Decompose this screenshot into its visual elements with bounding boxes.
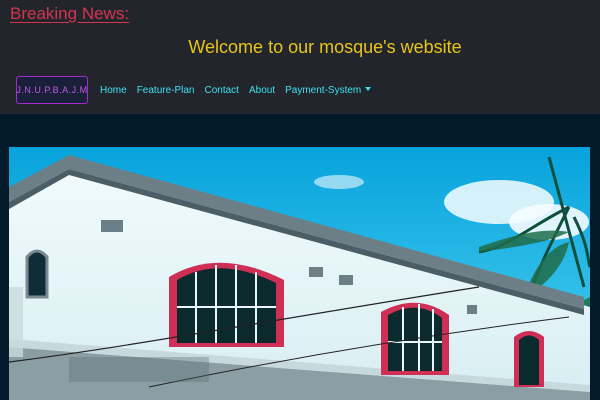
nav-dropdown-payment-system[interactable]: Payment-System: [285, 84, 372, 96]
hero-image-mosque-building: [9, 147, 590, 400]
nav-link-contact[interactable]: Contact: [205, 85, 239, 96]
site-header: Breaking News: Welcome to our mosque's w…: [0, 0, 600, 114]
breaking-news-label[interactable]: Breaking News:: [10, 4, 129, 24]
nav-link-about[interactable]: About: [249, 85, 275, 96]
nav-dropdown-label: Payment-System: [285, 84, 362, 96]
welcome-heading: Welcome to our mosque's website: [188, 37, 462, 57]
caret-down-icon: [365, 86, 372, 91]
main-navbar: J.N.U.P.B.A.J.M Home Feature-Plan Contac…: [16, 76, 372, 104]
nav-link-home[interactable]: Home: [100, 85, 127, 96]
nav-link-feature-plan[interactable]: Feature-Plan: [137, 85, 195, 96]
navbar-brand-button[interactable]: J.N.U.P.B.A.J.M: [16, 76, 88, 104]
mosque-photo-illustration: [9, 147, 590, 400]
